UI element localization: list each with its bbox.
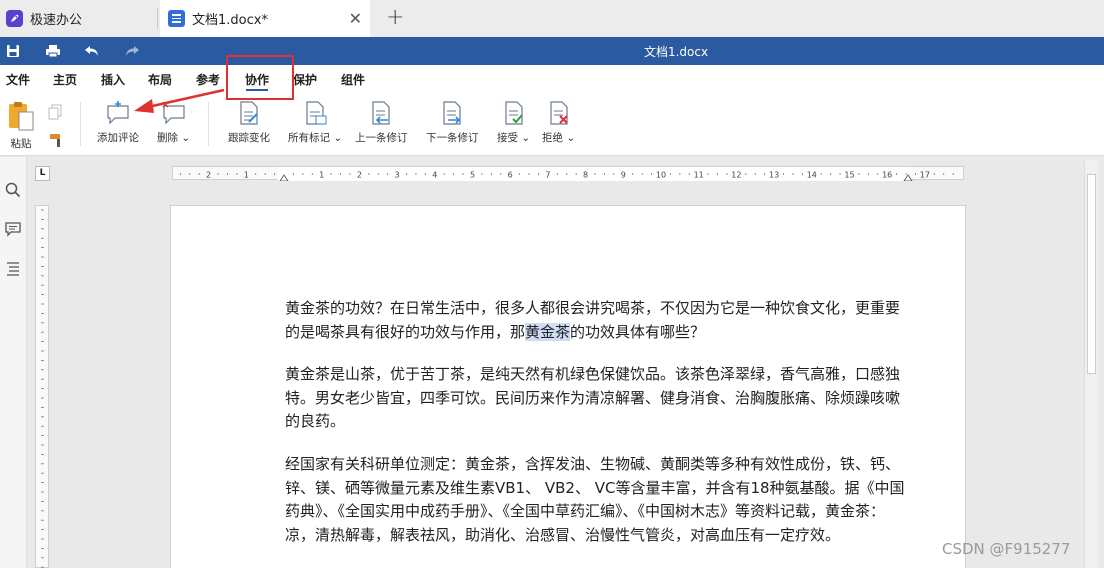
ruler-number: 8 [583,171,588,180]
scrollbar-thumb[interactable] [1087,174,1096,374]
horizontal-ruler-marks: 2 1 1 2 3 4 5 6 7 8 9 10 11 12 13 14 15 16 17 [179,167,992,182]
ruler-number: 3 [395,171,400,180]
ruler-number: 12 [731,171,741,180]
vertical-ruler[interactable] [35,205,49,568]
ruler-number: 9 [621,171,626,180]
ruler-number: 2 [357,171,362,180]
search-icon[interactable] [4,181,22,199]
paragraph-2[interactable]: 黄金茶是山茶，优于苦丁茶，是纯天然有机绿色保健饮品。该茶色泽翠绿，香气高雅，口感… [285,363,911,434]
ruler-number: 1 [244,171,249,180]
ruler-number: 11 [694,171,704,180]
ruler-number: 13 [769,171,779,180]
paragraph-1-tail: 的功效具体有哪些？ [570,322,706,341]
ruler-number: 4 [432,171,437,180]
ruler-number: 6 [508,171,513,180]
ruler-number: 15 [844,171,854,180]
ruler-number: 17 [920,171,930,180]
vertical-scrollbar[interactable] [1084,160,1098,568]
tab-stop-selector[interactable]: L [35,166,50,181]
ruler-number: 5 [470,171,475,180]
horizontal-ruler[interactable]: 2 1 1 2 3 4 5 6 7 8 9 10 11 12 13 14 15 16 17 [172,166,992,182]
navigation-icon[interactable] [4,259,22,277]
ruler-number: 16 [882,171,892,180]
ruler-number: 2 [206,171,211,180]
ruler-number: 14 [807,171,817,180]
paragraph-1[interactable]: 黄金茶的功效？在日常生活中，很多人都很会讲究喝茶，不仅因为它是一种饮食文化，更重… [285,297,911,344]
selected-text: 黄金茶 [525,322,571,341]
ruler-number: 1 [319,171,324,180]
document-page[interactable]: 黄金茶的功效？在日常生活中，很多人都很会讲究喝茶，不仅因为它是一种饮食文化，更重… [170,205,966,568]
ruler-number: 10 [656,171,666,180]
paragraph-3[interactable]: 经国家有关科研单位测定：黄金茶，含挥发油、生物碱、黄酮类等多种有效性成份，铁、钙… [285,453,911,547]
vertical-ruler-marks [41,209,44,568]
ruler-number: 7 [545,171,550,180]
watermark: CSDN @F915277 [942,540,1071,558]
comment-icon[interactable] [4,220,22,238]
left-side-panel [0,157,27,568]
